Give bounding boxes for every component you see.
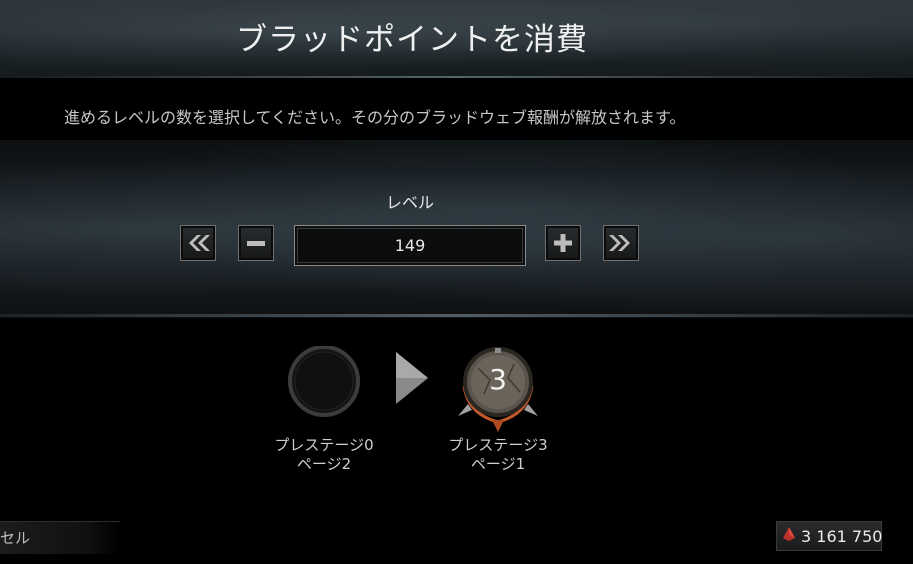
prestige-badge-number: 3 xyxy=(489,363,507,396)
target-prestige-page: ページ1 xyxy=(470,455,526,473)
increase-button[interactable] xyxy=(545,225,581,261)
decrease-max-button[interactable] xyxy=(180,225,216,261)
bloodpoints-balance: 3 161 750 xyxy=(776,521,882,551)
increase-max-button[interactable] xyxy=(603,225,639,261)
level-label: レベル xyxy=(385,193,434,212)
section-divider xyxy=(0,314,913,317)
current-prestige-level: プレステージ0 xyxy=(274,436,374,454)
plus-icon xyxy=(552,232,574,254)
instruction-text: 進めるレベルの数を選択してください。その分のブラッドウェブ報酬が解放されます。 xyxy=(64,108,686,127)
dialog-header: ブラッドポイントを消費 xyxy=(0,0,913,78)
level-value-field[interactable]: 149 xyxy=(294,225,526,266)
current-prestige-medal xyxy=(254,345,394,432)
chevron-right-icon xyxy=(394,350,430,406)
cancel-button[interactable]: セル xyxy=(0,521,120,554)
bloodpoint-drop-icon xyxy=(781,526,797,546)
target-prestige-level: プレステージ3 xyxy=(448,436,548,454)
spend-bloodpoints-dialog: ブラッドポイントを消費 進めるレベルの数を選択してください。その分のブラッドウェ… xyxy=(0,0,913,564)
double-chevron-right-icon xyxy=(608,233,634,253)
minus-icon xyxy=(245,233,267,253)
target-prestige-medal: 3 xyxy=(428,346,568,432)
target-prestige: 3 プレステージ3 ページ1 xyxy=(428,346,568,474)
decrease-button[interactable] xyxy=(238,225,274,261)
double-chevron-left-icon xyxy=(185,233,211,253)
bloodpoints-value: 3 161 750 xyxy=(801,526,883,546)
cancel-button-label: セル xyxy=(0,529,31,547)
current-prestige: プレステージ0 ページ2 xyxy=(254,345,394,474)
dialog-title: ブラッドポイントを消費 xyxy=(236,22,588,58)
current-prestige-page: ページ2 xyxy=(296,455,352,473)
